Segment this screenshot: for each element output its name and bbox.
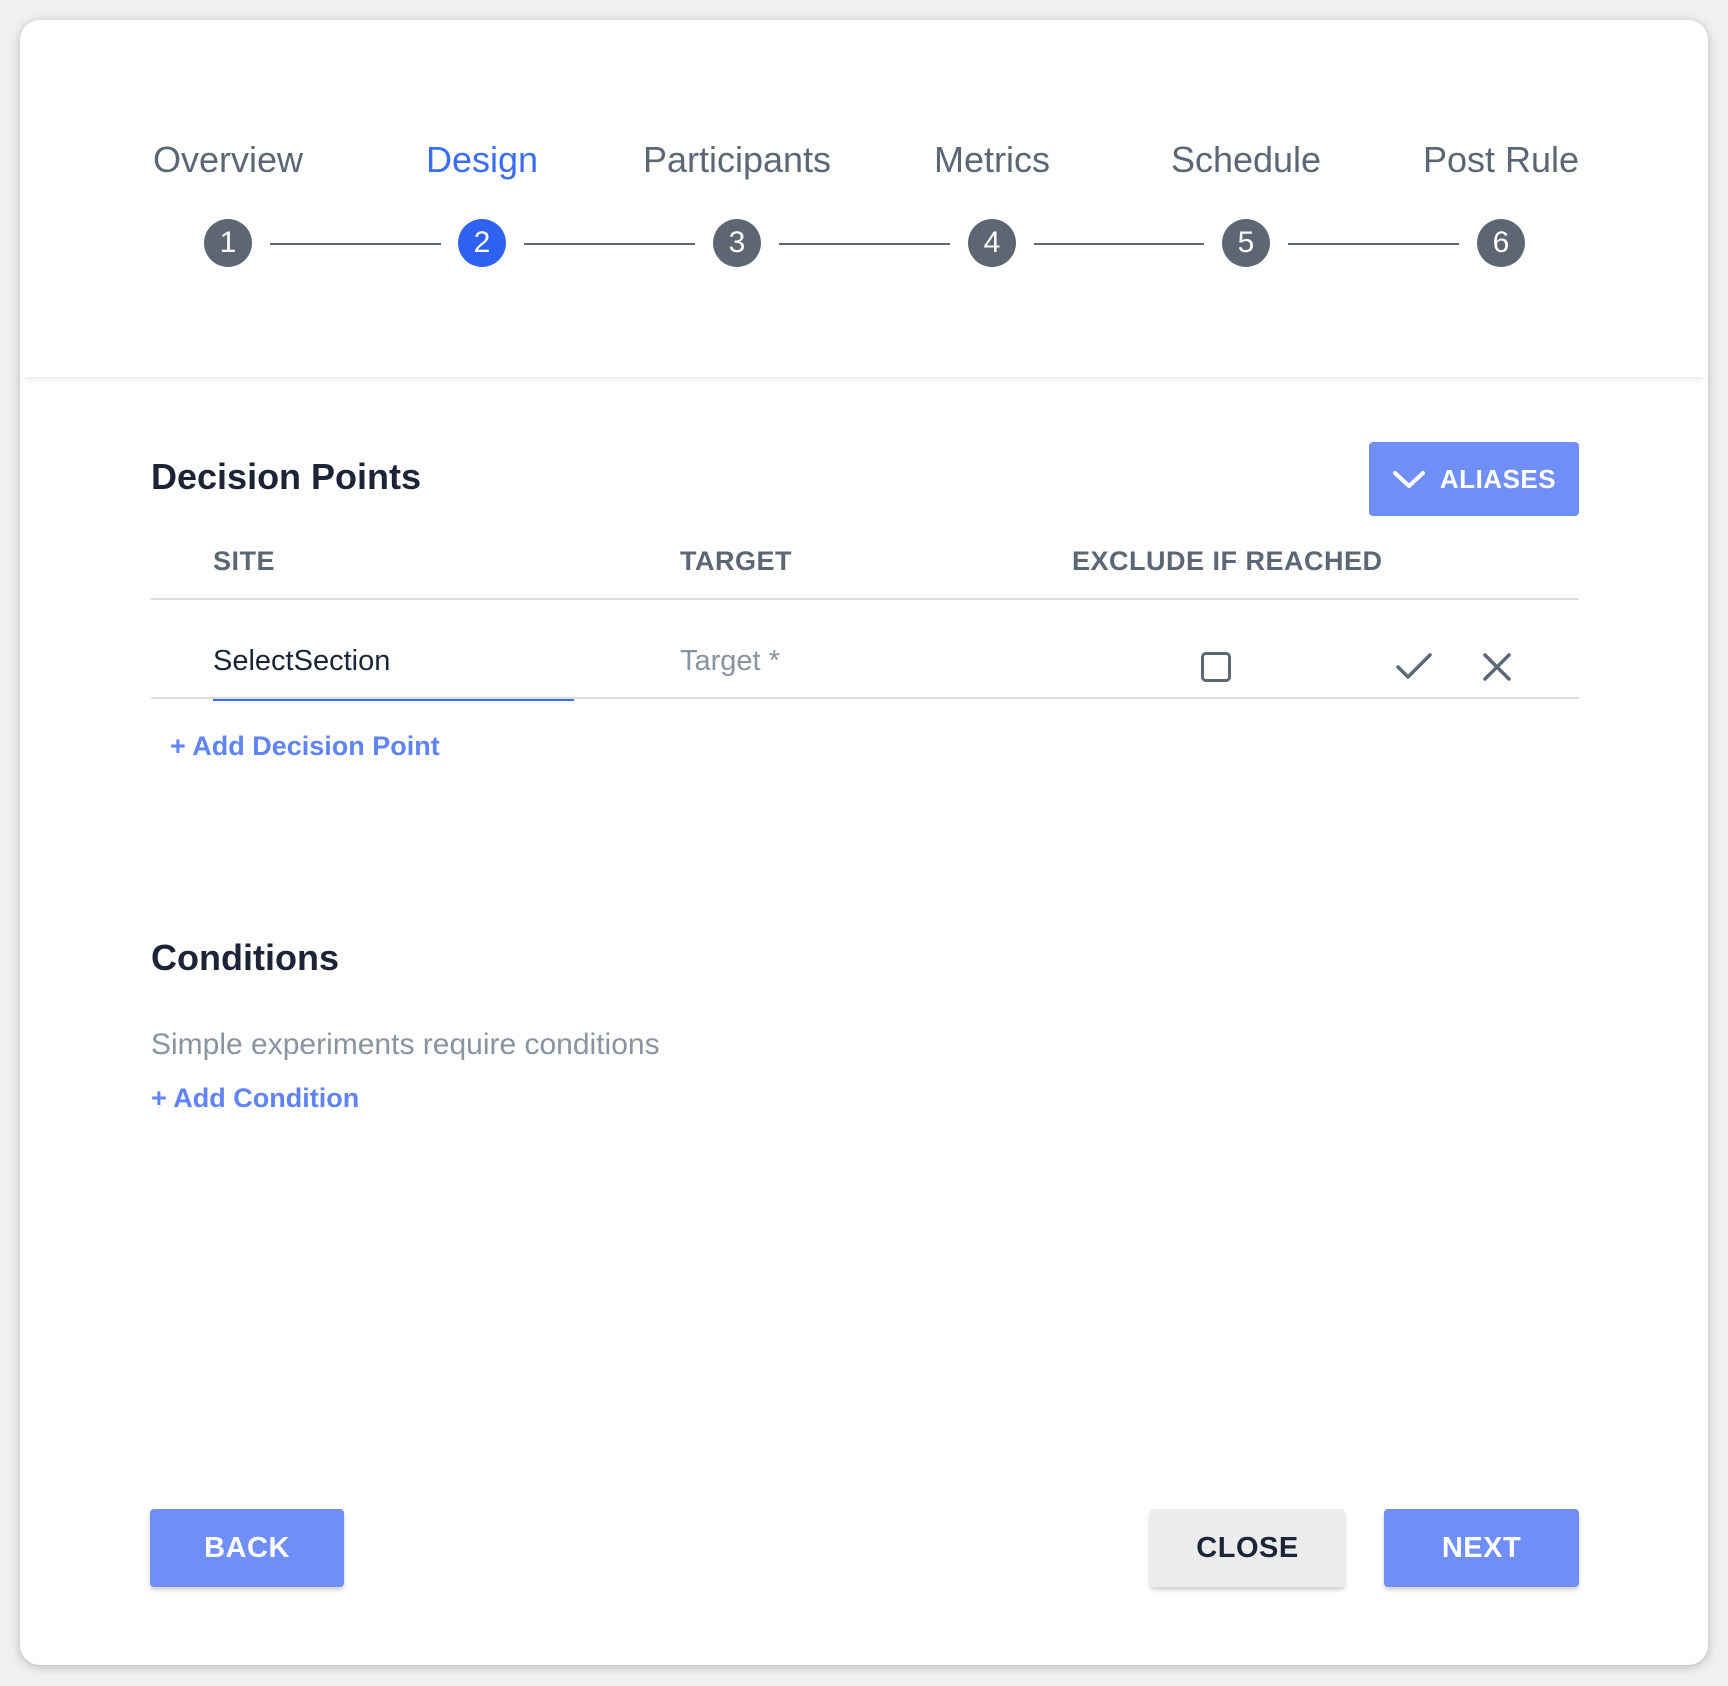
site-input[interactable] (213, 635, 574, 678)
experiment-dialog: Overview Design Participants Metrics Sch… (20, 20, 1708, 1665)
check-icon (1395, 652, 1433, 682)
aliases-button-label: ALIASES (1439, 463, 1557, 494)
step-connector (1034, 243, 1204, 245)
target-field[interactable] (680, 635, 1041, 699)
add-decision-point-link[interactable]: + Add Decision Point (170, 731, 440, 762)
table-header-divider (151, 598, 1579, 600)
back-button[interactable]: BACK (150, 1509, 344, 1587)
step-circle-2[interactable]: 2 (458, 219, 506, 267)
step-connector (779, 243, 950, 245)
next-button[interactable]: NEXT (1384, 1509, 1579, 1587)
table-row-divider (151, 697, 1579, 699)
step-label-overview[interactable]: Overview (153, 138, 303, 182)
cancel-button[interactable] (1475, 645, 1519, 689)
step-connector (270, 243, 441, 245)
close-button[interactable]: CLOSE (1150, 1509, 1345, 1587)
decision-points-title: Decision Points (151, 456, 422, 497)
step-connector (1288, 243, 1459, 245)
conditions-title: Conditions (151, 937, 339, 978)
step-circle-3[interactable]: 3 (713, 219, 761, 267)
chevron-down-icon (1392, 468, 1426, 490)
step-label-metrics[interactable]: Metrics (934, 138, 1050, 182)
step-circle-5[interactable]: 5 (1222, 219, 1270, 267)
stepper: Overview Design Participants Metrics Sch… (20, 20, 1708, 377)
step-label-participants[interactable]: Participants (643, 138, 831, 182)
step-circle-4[interactable]: 4 (968, 219, 1016, 267)
close-icon (1482, 652, 1512, 682)
step-connector (524, 243, 695, 245)
add-condition-link[interactable]: + Add Condition (151, 1083, 359, 1114)
site-field[interactable] (213, 635, 574, 701)
step-label-schedule[interactable]: Schedule (1171, 138, 1321, 182)
step-label-post-rule[interactable]: Post Rule (1423, 138, 1579, 182)
aliases-button[interactable]: ALIASES (1369, 442, 1579, 516)
step-circle-6[interactable]: 6 (1477, 219, 1525, 267)
step-circle-1[interactable]: 1 (204, 219, 252, 267)
column-header-target: TARGET (680, 546, 792, 576)
exclude-if-reached-checkbox[interactable] (1201, 652, 1231, 682)
conditions-subtitle: Simple experiments require conditions (151, 1028, 660, 1061)
column-header-site: SITE (213, 546, 276, 576)
step-label-design[interactable]: Design (426, 138, 538, 182)
target-input[interactable] (680, 635, 1041, 678)
column-header-exclude: EXCLUDE IF REACHED (1072, 546, 1383, 576)
confirm-button[interactable] (1392, 645, 1436, 689)
